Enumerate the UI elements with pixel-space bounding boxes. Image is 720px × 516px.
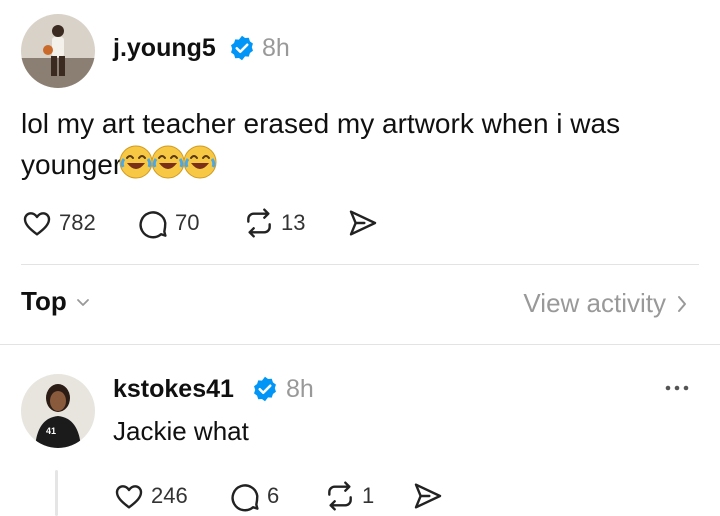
reply-repost-button[interactable]: 1 <box>324 480 374 512</box>
reply-username[interactable]: kstokes41 <box>113 375 234 404</box>
sort-dropdown[interactable]: Top <box>21 286 91 317</box>
share-icon <box>414 483 442 509</box>
heart-icon <box>115 485 143 509</box>
post-text-content: lol my art teacher erased my artwork whe… <box>21 108 621 180</box>
post-like-count: 782 <box>59 210 96 235</box>
reply-text: Jackie what <box>113 416 249 446</box>
reply-repost-count: 1 <box>362 483 375 508</box>
reply-share-button[interactable] <box>412 480 444 512</box>
post-repost-button[interactable]: 13 <box>243 207 305 239</box>
sort-divider <box>0 344 720 345</box>
post-share-button[interactable] <box>347 207 379 239</box>
more-icon <box>665 385 689 391</box>
post-text: lol my art teacher erased my artwork whe… <box>21 104 701 191</box>
svg-text:41: 41 <box>46 426 56 436</box>
chevron-right-icon <box>678 295 686 312</box>
post-divider <box>21 264 699 265</box>
reply-more-button[interactable] <box>664 380 690 398</box>
post-username[interactable]: j.young5 <box>113 34 216 63</box>
post-comment-button[interactable]: 70 <box>137 207 199 239</box>
verified-icon <box>254 376 276 402</box>
reply-like-count: 246 <box>151 483 188 508</box>
laughing-emoji-icon <box>183 145 217 179</box>
reply-comment-button[interactable]: 6 <box>229 480 279 512</box>
repost-icon <box>247 208 271 238</box>
comment-icon <box>139 211 167 239</box>
post-timestamp: 8h <box>262 34 290 62</box>
post-avatar[interactable] <box>21 14 95 88</box>
thread-line <box>55 470 58 516</box>
heart-icon <box>23 212 51 236</box>
post-comment-count: 70 <box>175 210 200 235</box>
repost-icon <box>328 481 352 511</box>
laughing-emoji-icon <box>151 145 185 179</box>
view-activity-link[interactable]: View activity <box>523 288 688 319</box>
laughing-emoji-icon <box>119 145 153 179</box>
reply-comment-count: 6 <box>267 483 280 508</box>
reply-like-button[interactable]: 246 <box>113 480 188 512</box>
comment-icon <box>231 484 259 512</box>
share-icon <box>349 210 377 236</box>
post-repost-count: 13 <box>281 210 306 235</box>
sort-label: Top <box>21 286 67 316</box>
post-like-button[interactable]: 782 <box>21 207 96 239</box>
chevron-down-icon <box>76 298 89 306</box>
view-activity-label: View activity <box>523 288 666 318</box>
verified-icon <box>231 35 253 61</box>
laughing-emoji-group <box>119 144 218 191</box>
reply-avatar[interactable]: 41 <box>21 374 95 448</box>
reply-timestamp: 8h <box>286 375 314 403</box>
